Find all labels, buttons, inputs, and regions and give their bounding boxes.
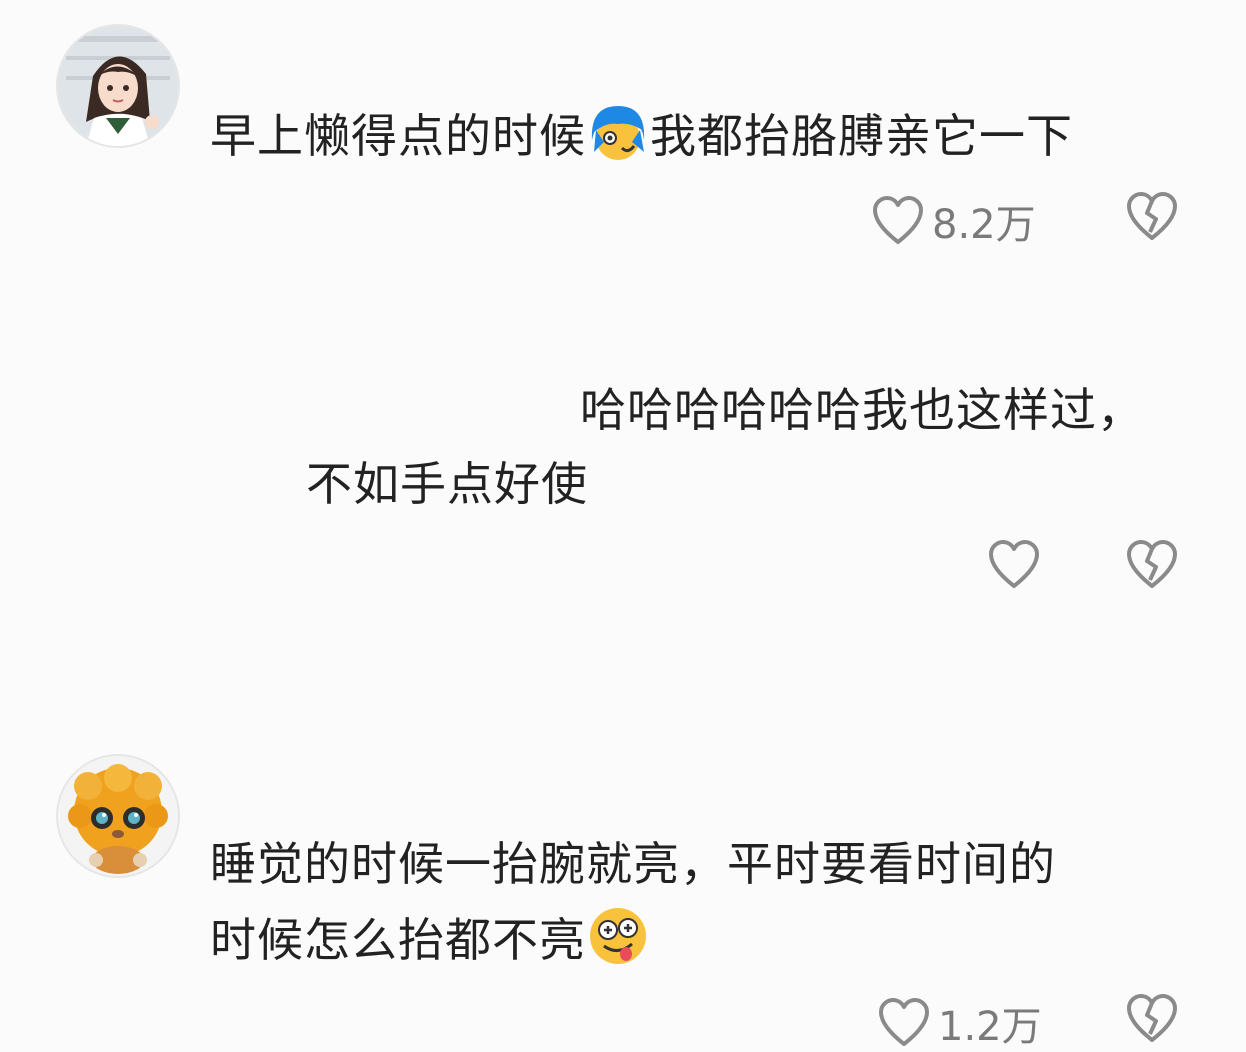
like-button[interactable]: 1.2万 xyxy=(878,994,1042,1052)
dislike-button[interactable] xyxy=(1126,192,1178,242)
heart-icon xyxy=(879,998,929,1046)
broken-heart-icon xyxy=(1127,192,1177,240)
comment-actions: 8.2万 xyxy=(872,192,1036,250)
comment-text: 早上懒得点的时候 我都抬胳膊亲它一下 xyxy=(210,100,1073,172)
comment-text-line1: 睡觉的时候一抬腕就亮，平时要看时间的 xyxy=(210,837,1056,891)
dislike-button[interactable] xyxy=(1126,540,1178,590)
comment-text-line2-text: 时候怎么抬都不亮 xyxy=(210,913,586,967)
dislike-button[interactable] xyxy=(1126,994,1178,1044)
broken-heart-icon xyxy=(1127,994,1177,1042)
like-count: 8.2万 xyxy=(932,202,1036,248)
like-button[interactable] xyxy=(988,540,1040,590)
broken-heart-icon xyxy=(1127,540,1177,588)
blue-hair-emoji-icon xyxy=(586,100,650,164)
comment-text-line2: 时候怎么抬都不亮 xyxy=(210,904,650,976)
heart-icon xyxy=(873,196,923,244)
comment-text-part2: 我都抬胳膊亲它一下 xyxy=(650,109,1073,163)
user-avatar[interactable] xyxy=(56,24,180,148)
heart-icon xyxy=(989,540,1039,588)
comment-actions xyxy=(988,540,1040,590)
user-avatar[interactable] xyxy=(56,754,180,878)
goofy-dizzy-face-emoji-icon xyxy=(586,904,650,968)
like-button[interactable]: 8.2万 xyxy=(872,192,1036,250)
like-count: 1.2万 xyxy=(938,1004,1042,1050)
orange-fluffy-creature-avatar-icon xyxy=(58,756,178,876)
comment-text-line1: 哈哈哈哈哈哈我也这样过， xyxy=(580,383,1144,437)
comment-text-line2: 不如手点好使 xyxy=(306,457,588,511)
anime-girl-avatar-icon xyxy=(58,26,178,146)
comment-actions: 1.2万 xyxy=(878,994,1042,1052)
comment-text-part1: 早上懒得点的时候 xyxy=(210,109,586,163)
